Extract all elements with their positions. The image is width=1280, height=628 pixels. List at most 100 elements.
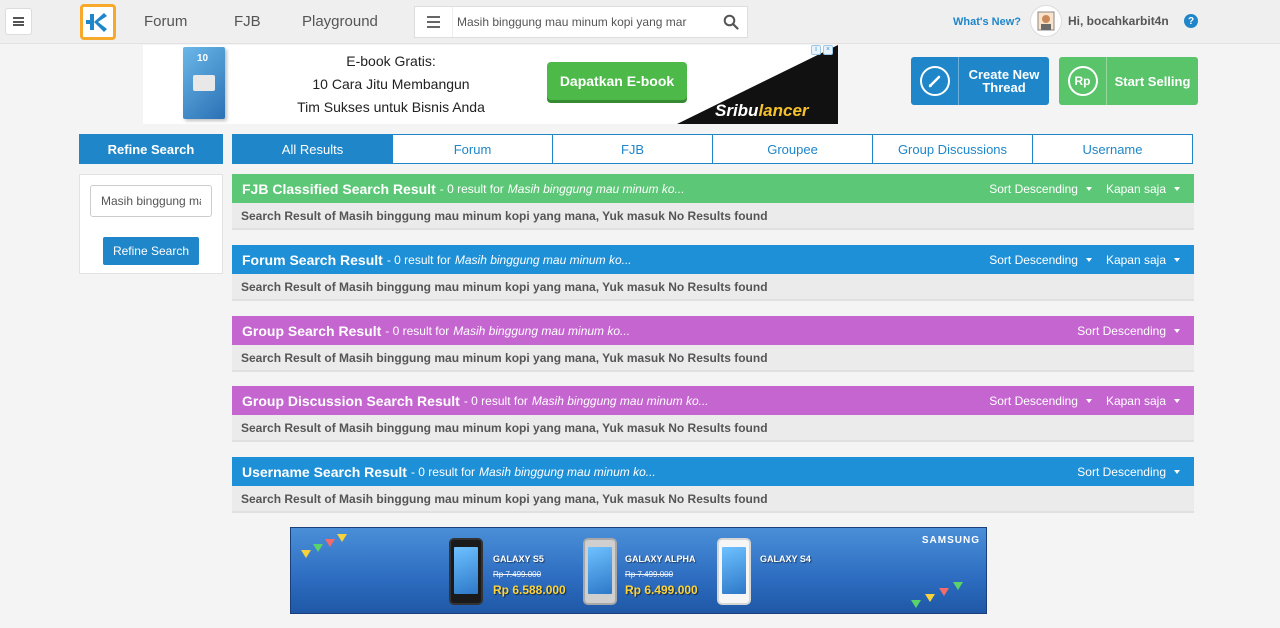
bunting-flag	[337, 534, 347, 542]
bunting-flag	[925, 594, 935, 602]
pencil-icon	[919, 66, 950, 96]
top-bar: Forum FJB Playground What's New? Hi, boc…	[0, 0, 1280, 44]
ad-headline: E-book Gratis: 10 Cara Jitu Membangun Ti…	[271, 50, 511, 119]
result-query: Masih binggung mau minum ko...	[453, 323, 631, 338]
tab-username[interactable]: Username	[1032, 135, 1192, 163]
ad-info-icon[interactable]: i	[811, 45, 821, 55]
chevron-down-icon	[1085, 398, 1092, 403]
bunting-flag	[325, 539, 335, 547]
user-greeting[interactable]: Hi, bocahkarbit4n	[1068, 14, 1169, 28]
galaxy-s4-image	[717, 538, 751, 605]
result-title[interactable]: Group Discussion Search Result	[242, 393, 460, 409]
main-menu-button[interactable]	[5, 8, 32, 35]
phone-model: GALAXY S4	[760, 554, 811, 564]
new-price: Rp 6.588.000	[493, 583, 566, 597]
sribulancer-logo: Sribulancer	[715, 101, 809, 120]
menu-icon	[427, 16, 440, 18]
result-query: Masih binggung mau minum ko...	[454, 252, 632, 267]
sort-dropdown[interactable]: Sort Descending	[989, 394, 1092, 408]
ad-line-2: 10 Cara Jitu Membangun	[312, 76, 470, 92]
samsung-ad-banner[interactable]: SAMSUNG GALAXY S5 Rp 7.499.000 Rp 6.588.…	[290, 527, 987, 614]
result-count: - 0 result for	[463, 393, 528, 408]
bunting-flag	[313, 544, 323, 552]
nav-forum[interactable]: Forum	[144, 13, 187, 30]
result-query: Masih binggung mau minum ko...	[479, 464, 656, 479]
new-price: Rp 6.499.000	[625, 583, 698, 597]
result-query: Masih binggung mau minum ko...	[507, 181, 685, 196]
fjb-result-section: FJB Classified Search Result - 0 result …	[232, 174, 1194, 230]
sort-dropdown[interactable]: Sort Descending	[989, 253, 1092, 267]
ad-line-1: E-book Gratis:	[346, 53, 436, 69]
refine-search-panel: Refine Search	[79, 174, 223, 274]
ebook-ad-banner[interactable]: 10 E-book Gratis: 10 Cara Jitu Membangun…	[143, 45, 838, 124]
result-title[interactable]: Forum Search Result	[242, 252, 383, 268]
sort-dropdown[interactable]: Sort Descending	[1077, 324, 1180, 338]
result-title[interactable]: Group Search Result	[242, 323, 381, 339]
search-bar	[414, 6, 748, 38]
time-dropdown[interactable]: Kapan saja	[1106, 182, 1180, 196]
tab-all-results[interactable]: All Results	[233, 135, 392, 163]
ebook-cover-image: 10	[183, 47, 225, 119]
result-body: Search Result of Masih binggung mau minu…	[232, 274, 1194, 301]
result-tabs: All Results Forum FJB Groupee Group Disc…	[232, 134, 1193, 164]
result-header: Group Discussion Search Result - 0 resul…	[232, 386, 1194, 415]
phone-model: GALAXY ALPHA	[625, 554, 696, 564]
tab-group-discussions[interactable]: Group Discussions	[872, 135, 1032, 163]
user-avatar[interactable]	[1030, 5, 1062, 37]
result-header: Forum Search Result - 0 result for Masih…	[232, 245, 1194, 274]
result-body: Search Result of Masih binggung mau minu…	[232, 415, 1194, 442]
chevron-down-icon	[1174, 186, 1180, 191]
result-header: FJB Classified Search Result - 0 result …	[232, 174, 1194, 203]
menu-icon	[13, 16, 24, 28]
sort-dropdown[interactable]: Sort Descending	[989, 182, 1092, 196]
search-icon[interactable]	[723, 14, 739, 30]
kaskus-logo[interactable]	[80, 4, 116, 40]
search-input[interactable]	[457, 7, 707, 37]
result-body: Search Result of Masih binggung mau minu…	[232, 486, 1194, 513]
forum-result-section: Forum Search Result - 0 result for Masih…	[232, 245, 1194, 301]
old-price: Rp 7.499.000	[625, 570, 674, 579]
username-result-section: Username Search Result - 0 result for Ma…	[232, 457, 1194, 513]
nav-playground[interactable]: Playground	[302, 13, 378, 30]
result-header: Group Search Result - 0 result for Masih…	[232, 316, 1194, 345]
sort-dropdown[interactable]: Sort Descending	[1077, 465, 1180, 479]
chevron-down-icon	[1174, 257, 1180, 262]
time-dropdown[interactable]: Kapan saja	[1106, 394, 1180, 408]
result-title[interactable]: FJB Classified Search Result	[242, 181, 436, 197]
result-title[interactable]: Username Search Result	[242, 464, 407, 480]
k-logo-icon	[86, 13, 107, 32]
tab-forum[interactable]: Forum	[392, 135, 552, 163]
old-price: Rp 7.499.000	[493, 570, 542, 579]
result-body: Search Result of Masih binggung mau minu…	[232, 203, 1194, 230]
result-header: Username Search Result - 0 result for Ma…	[232, 457, 1194, 486]
bunting-flag	[911, 600, 921, 608]
create-thread-button[interactable]: Create New Thread	[911, 57, 1049, 105]
time-dropdown[interactable]: Kapan saja	[1106, 253, 1180, 267]
ad-line-3: Tim Sukses untuk Bisnis Anda	[297, 99, 485, 115]
refine-search-input[interactable]	[90, 185, 212, 217]
start-selling-label: Start Selling	[1114, 73, 1191, 89]
user-avatar-icon	[1037, 11, 1055, 31]
tab-fjb[interactable]: FJB	[552, 135, 712, 163]
result-count: - 0 result for	[439, 181, 504, 196]
start-selling-button[interactable]: Rp Start Selling	[1059, 57, 1198, 105]
whats-new-link[interactable]: What's New?	[953, 16, 1021, 28]
get-ebook-button[interactable]: Dapatkan E-book	[547, 62, 687, 100]
ad-close-icon[interactable]: ×	[823, 45, 833, 55]
galaxy-s5-image	[449, 538, 483, 605]
rupiah-icon: Rp	[1067, 66, 1098, 96]
refine-search-button[interactable]: Refine Search	[103, 237, 199, 265]
tab-groupee[interactable]: Groupee	[712, 135, 872, 163]
help-icon[interactable]: ?	[1184, 14, 1198, 28]
samsung-logo: SAMSUNG	[921, 535, 980, 546]
chevron-down-icon	[1174, 469, 1180, 474]
nav-fjb[interactable]: FJB	[234, 13, 261, 30]
galaxy-alpha-image	[583, 538, 617, 605]
create-thread-label: Create New Thread	[968, 67, 1040, 95]
search-category-menu[interactable]	[415, 7, 453, 37]
phone-model: GALAXY S5	[493, 554, 544, 564]
ad-choices[interactable]: i ×	[811, 45, 838, 55]
bunting-flag	[939, 588, 949, 596]
result-body: Search Result of Masih binggung mau minu…	[232, 345, 1194, 372]
result-count: - 0 result for	[385, 323, 450, 338]
